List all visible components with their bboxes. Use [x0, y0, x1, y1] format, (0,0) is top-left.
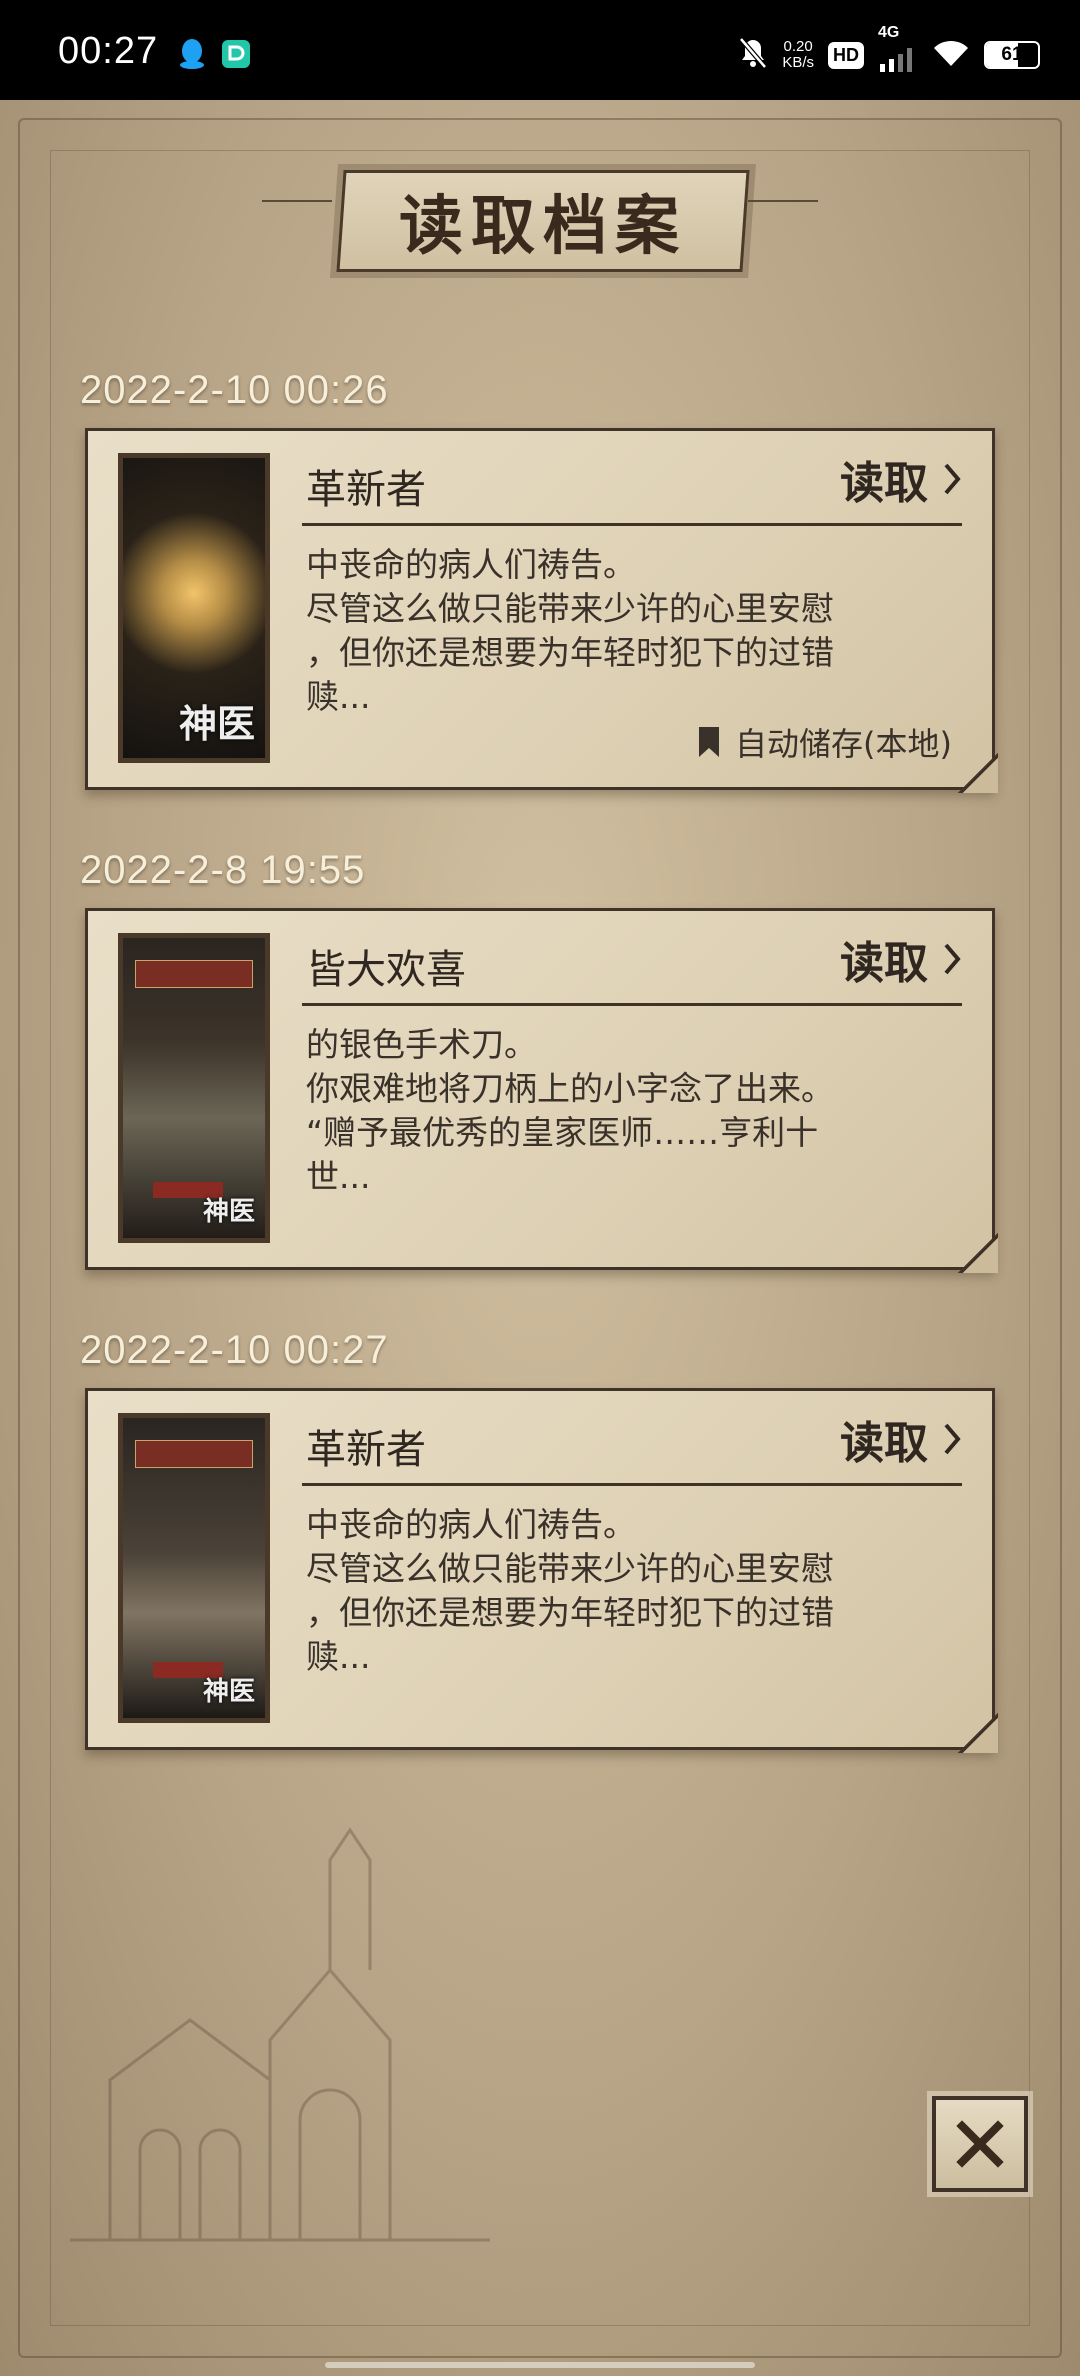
- network-speed-unit: KB/s: [782, 54, 814, 71]
- chapter-description: 中丧命的病人们祷告。 尽管这么做只能带来少许的心里安慰 ，但你还是想要为年轻时犯…: [306, 1503, 866, 1679]
- chapter-description: 中丧命的病人们祷告。 尽管这么做只能带来少许的心里安慰 ，但你还是想要为年轻时犯…: [306, 543, 866, 719]
- chevron-right-icon: [944, 1423, 961, 1455]
- card-divider: [302, 1003, 962, 1006]
- hd-badge: HD: [828, 41, 864, 69]
- description-line: 赎...: [306, 677, 371, 716]
- load-button-label: 读取: [840, 1418, 928, 1469]
- thumbnail-banner: [135, 960, 253, 988]
- cathedral-sketch-decoration: [70, 1827, 490, 2242]
- cellular-signal-icon: 4G: [878, 24, 918, 74]
- card-corner-curl: [958, 1233, 998, 1273]
- save-slot-2[interactable]: 神医 皆大欢喜 读取 的银色手术刀。 你艰难地将刀柄上的小字念了出来。 “赠予最…: [85, 908, 998, 1273]
- save-date: 2022-2-8 19:55: [80, 848, 366, 892]
- description-line: 你艰难地将刀柄上的小字念了出来。: [306, 1069, 834, 1108]
- chevron-right-icon: [944, 463, 961, 495]
- thumbnail-game-logo: 神医: [202, 1677, 255, 1707]
- load-save-screen: 读取档案 2022-2-10 00:26 神医 革新者 读取 中丧命的病人们祷告…: [0, 100, 1080, 2376]
- page-title: 读取档案: [399, 189, 687, 264]
- chapter-name: 革新者: [306, 1427, 426, 1473]
- chapter-name: 革新者: [306, 467, 426, 513]
- description-line: “赠予最优秀的皇家医师……亨利十: [306, 1113, 819, 1152]
- title-ornament-right: [748, 200, 818, 202]
- save-slot-1[interactable]: 神医 革新者 读取 中丧命的病人们祷告。 尽管这么做只能带来少许的心里安慰 ，但…: [85, 428, 998, 793]
- status-bar: 00:27 0.20 KB/s HD 4G 61: [0, 0, 1080, 100]
- save-thumbnail: 神医: [118, 1413, 270, 1723]
- load-button-label: 读取: [840, 938, 928, 989]
- description-line: ，但你还是想要为年轻时犯下的过错: [306, 1593, 834, 1632]
- close-button[interactable]: [932, 2096, 1028, 2192]
- chapter-name: 皆大欢喜: [306, 947, 466, 993]
- description-line: ，但你还是想要为年轻时犯下的过错: [306, 633, 834, 672]
- chevron-right-icon: [944, 943, 961, 975]
- description-line: 赎...: [306, 1637, 371, 1676]
- description-line: 世...: [306, 1157, 371, 1196]
- battery-icon: 61: [984, 41, 1040, 69]
- card-divider: [302, 523, 962, 526]
- wifi-icon: [932, 38, 970, 72]
- load-button[interactable]: 读取: [840, 1407, 962, 1471]
- description-line: 中丧命的病人们祷告。: [306, 1505, 636, 1544]
- qq-notification-icon: [176, 38, 208, 70]
- load-button[interactable]: 读取: [840, 927, 962, 991]
- save-thumbnail: 神医: [118, 933, 270, 1243]
- network-speed: 0.20 KB/s: [782, 39, 814, 71]
- description-line: 中丧命的病人们祷告。: [306, 545, 636, 584]
- network-speed-value: 0.20: [783, 38, 813, 55]
- close-icon: [956, 2120, 1004, 2168]
- chapter-description: 的银色手术刀。 你艰难地将刀柄上的小字念了出来。 “赠予最优秀的皇家医师……亨利…: [306, 1023, 866, 1199]
- save-date: 2022-2-10 00:26: [80, 368, 389, 412]
- title-ornament-left: [262, 200, 332, 202]
- description-line: 尽管这么做只能带来少许的心里安慰: [306, 589, 834, 628]
- mute-icon: [738, 37, 768, 73]
- thumbnail-banner: [135, 1440, 253, 1468]
- description-line: 尽管这么做只能带来少许的心里安慰: [306, 1549, 834, 1588]
- load-button-label: 读取: [840, 458, 928, 509]
- save-slot-3[interactable]: 神医 革新者 读取 中丧命的病人们祷告。 尽管这么做只能带来少许的心里安慰 ，但…: [85, 1388, 998, 1753]
- save-thumbnail: 神医: [118, 453, 270, 763]
- description-line: 的银色手术刀。: [306, 1025, 537, 1064]
- status-indicators: 0.20 KB/s HD 4G 61: [738, 24, 1040, 82]
- save-date: 2022-2-10 00:27: [80, 1328, 389, 1372]
- card-corner-curl: [958, 753, 998, 793]
- cellular-type-label: 4G: [878, 24, 900, 41]
- battery-level: 61: [1001, 44, 1023, 65]
- home-indicator[interactable]: [325, 2362, 755, 2368]
- thumbnail-game-logo: 神医: [202, 1197, 255, 1227]
- card-divider: [302, 1483, 962, 1486]
- autosave-label: 自动储存(本地): [735, 725, 952, 763]
- load-button[interactable]: 读取: [840, 447, 962, 511]
- status-time: 00:27: [58, 30, 159, 72]
- title-plate: 读取档案: [336, 170, 750, 272]
- card-corner-curl: [958, 1713, 998, 1753]
- thumbnail-game-logo: 神医: [178, 701, 255, 746]
- autosave-tag: 自动储存(本地): [697, 719, 952, 765]
- bookmark-icon: [699, 727, 720, 757]
- app-notification-icon: [220, 38, 252, 70]
